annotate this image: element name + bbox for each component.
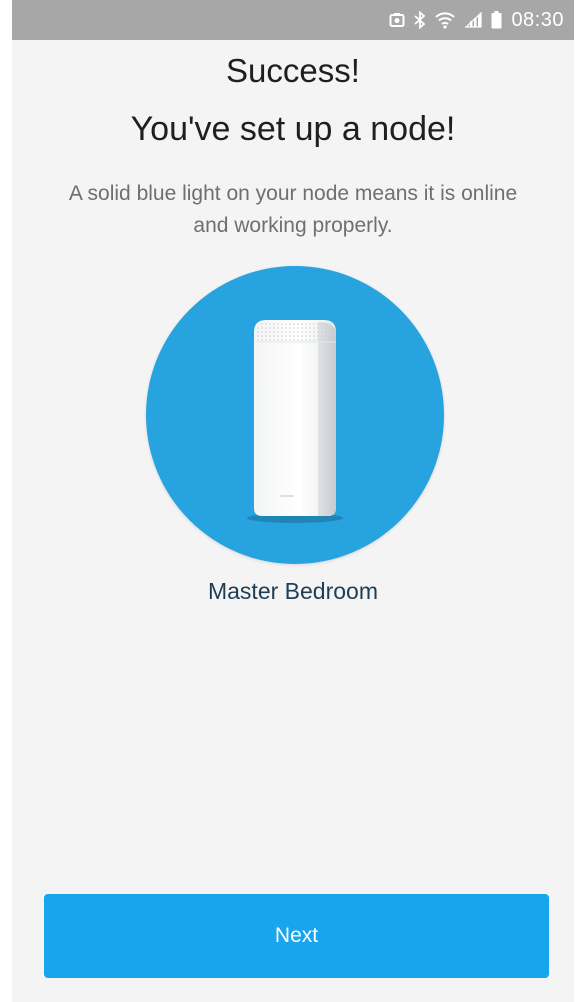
status-bar: 08:30 bbox=[12, 0, 574, 40]
status-time: 08:30 bbox=[511, 8, 564, 31]
signal-icon bbox=[464, 12, 483, 28]
bluetooth-icon bbox=[414, 11, 426, 29]
success-title: Success! bbox=[226, 52, 360, 89]
status-description: A solid blue light on your node means it… bbox=[68, 182, 518, 237]
left-frame-edge bbox=[0, 0, 12, 1002]
photo-notification-icon bbox=[389, 12, 405, 28]
setup-subtitle: You've set up a node! bbox=[130, 110, 456, 148]
wifi-icon bbox=[435, 11, 456, 29]
screen: 08:30 Success! You've set up a node! A s… bbox=[0, 0, 576, 1002]
next-button[interactable]: Next bbox=[44, 894, 549, 978]
setup-success-screen: 08:30 Success! You've set up a node! A s… bbox=[12, 0, 574, 1002]
battery-icon bbox=[491, 11, 502, 29]
node-device-image bbox=[247, 320, 343, 523]
node-name-label: Master Bedroom bbox=[207, 578, 378, 604]
